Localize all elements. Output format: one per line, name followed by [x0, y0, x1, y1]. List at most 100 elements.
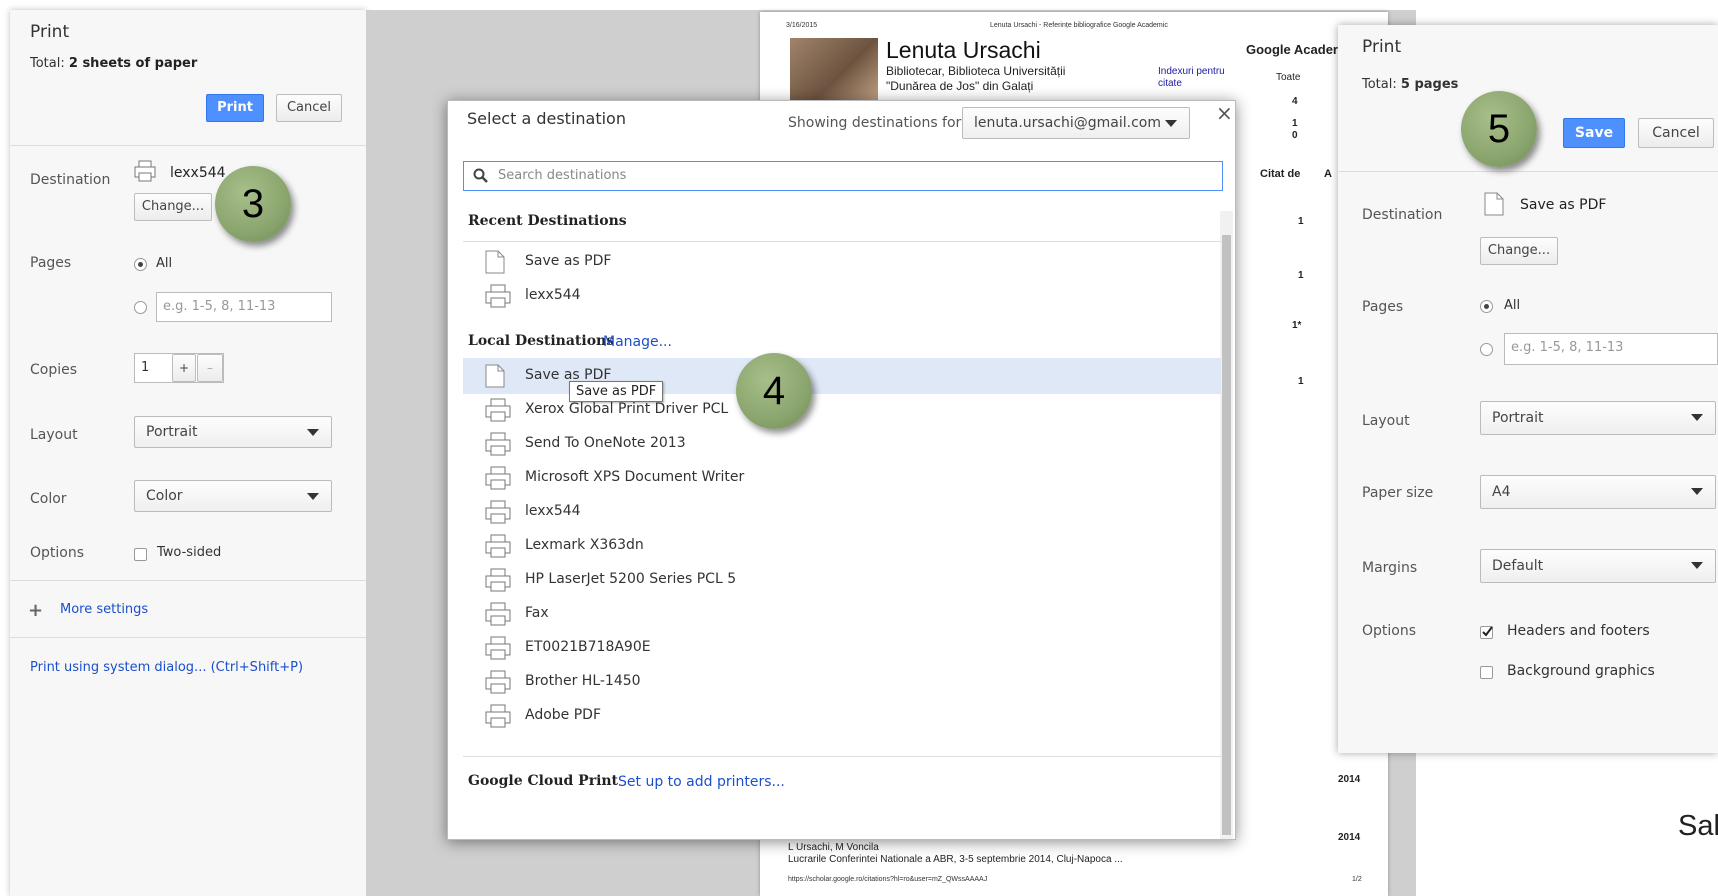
- options-label: Options: [30, 545, 85, 561]
- printer-icon: [485, 602, 511, 630]
- layout-label: Layout: [30, 427, 78, 443]
- doc-header: Lenuta Ursachi - Referințe bibliografice…: [990, 22, 1168, 29]
- destination-label: Microsoft XPS Document Writer: [525, 469, 745, 485]
- doc-citat-de: Citat de: [1260, 168, 1301, 180]
- copies-value: 1: [141, 360, 150, 375]
- destination-item[interactable]: Lexmark X363dn: [463, 528, 1221, 564]
- divider: [463, 241, 1221, 242]
- cloud-print-setup-link[interactable]: Set up to add printers...: [618, 774, 785, 790]
- doc-cited: 1: [1298, 376, 1304, 387]
- doc-footer-page: 1/2: [1352, 876, 1362, 883]
- divider: [1338, 171, 1718, 172]
- background-graphics-checkbox[interactable]: [1480, 666, 1493, 679]
- showing-for-label: Showing destinations for: [788, 115, 962, 131]
- search-destinations-input[interactable]: Search destinations: [463, 161, 1223, 191]
- destination-item[interactable]: Brother HL-1450: [463, 664, 1221, 700]
- destination-value: lexx544: [170, 165, 226, 181]
- doc-year: 2014: [1338, 774, 1361, 785]
- scrollbar-track[interactable]: [1220, 211, 1233, 839]
- total-value: 2 sheets of paper: [68, 56, 198, 71]
- pages-input[interactable]: e.g. 1-5, 8, 11-13: [1504, 333, 1718, 365]
- cancel-button[interactable]: Cancel: [1638, 118, 1714, 148]
- doc-footer-url: https://scholar.google.ro/citations?hl=r…: [788, 876, 988, 883]
- plus-icon: +: [28, 600, 44, 621]
- account-select[interactable]: lenuta.ursachi@gmail.com: [962, 107, 1190, 139]
- scrollbar-thumb[interactable]: [1222, 235, 1231, 835]
- destination-label: Lexmark X363dn: [525, 537, 644, 553]
- checkmark-icon: [1482, 626, 1493, 637]
- cloud-print-heading: Google Cloud Print: [468, 773, 619, 789]
- document-icon: [1484, 192, 1504, 220]
- destination-item[interactable]: HP LaserJet 5200 Series PCL 5: [463, 562, 1221, 598]
- copies-plus-button[interactable]: +: [172, 354, 196, 382]
- print-button[interactable]: Print: [206, 94, 264, 122]
- destination-item[interactable]: Save as PDF: [463, 244, 1221, 280]
- printer-icon: [485, 636, 511, 664]
- destination-label: lexx544: [525, 503, 581, 519]
- color-label: Color: [30, 491, 67, 507]
- destination-item[interactable]: Adobe PDF: [463, 698, 1221, 734]
- color-select[interactable]: Color: [134, 480, 332, 512]
- destination-label: Brother HL-1450: [525, 673, 641, 689]
- search-icon: [473, 168, 488, 183]
- printer-icon: [134, 160, 156, 186]
- doc-toate: Toate: [1276, 72, 1301, 83]
- destination-item[interactable]: Send To OneNote 2013: [463, 426, 1221, 462]
- headers-footers-label: Headers and footers: [1507, 623, 1650, 639]
- copies-minus-button[interactable]: –: [197, 354, 223, 382]
- pages-input[interactable]: e.g. 1-5, 8, 11-13: [156, 292, 332, 322]
- doc-stat: 4: [1292, 96, 1298, 107]
- printer-icon: [485, 432, 511, 460]
- change-destination-button[interactable]: Change...: [134, 193, 212, 221]
- two-sided-checkbox[interactable]: [134, 548, 147, 561]
- margins-select[interactable]: Default: [1480, 549, 1716, 583]
- destination-label: Destination: [30, 172, 111, 188]
- destination-label: Save as PDF: [525, 253, 612, 269]
- doc-cited: 1*: [1292, 320, 1302, 331]
- system-dialog-link[interactable]: Print using system dialog... (Ctrl+Shift…: [30, 660, 303, 675]
- destination-label: lexx544: [525, 287, 581, 303]
- chevron-down-icon: [1165, 120, 1177, 127]
- printer-icon: [485, 284, 511, 312]
- change-destination-button[interactable]: Change...: [1480, 237, 1558, 265]
- destination-item[interactable]: Fax: [463, 596, 1221, 632]
- more-settings-link[interactable]: More settings: [60, 602, 148, 617]
- step-5-badge: 5: [1461, 91, 1537, 167]
- panel-title: Print: [1362, 37, 1402, 57]
- divider: [10, 580, 366, 581]
- pages-all-radio[interactable]: [1480, 300, 1493, 313]
- paper-size-select[interactable]: A4: [1480, 475, 1716, 509]
- dialog-title: Select a destination: [467, 109, 626, 128]
- destination-item[interactable]: lexx544: [463, 278, 1221, 314]
- pages-all-radio[interactable]: [134, 258, 147, 271]
- caption-text: Salva: [1678, 810, 1718, 842]
- pages-custom-radio[interactable]: [1480, 343, 1493, 356]
- options-label: Options: [1362, 623, 1417, 639]
- headers-footers-checkbox[interactable]: [1480, 626, 1493, 639]
- save-button[interactable]: Save: [1563, 118, 1625, 148]
- printer-icon: [485, 704, 511, 732]
- cancel-button[interactable]: Cancel: [276, 94, 342, 122]
- destination-item[interactable]: lexx544: [463, 494, 1221, 530]
- destination-item[interactable]: Microsoft XPS Document Writer: [463, 460, 1221, 496]
- printer-icon: [485, 670, 511, 698]
- manage-link[interactable]: Manage...: [603, 334, 672, 350]
- destination-value: Save as PDF: [1520, 197, 1607, 213]
- chevron-down-icon: [307, 429, 319, 436]
- pages-custom-radio[interactable]: [134, 301, 147, 314]
- total-prefix: Total:: [30, 56, 69, 71]
- profile-photo: [790, 38, 878, 108]
- destination-item[interactable]: ET0021B718A90E: [463, 630, 1221, 666]
- doc-indexes-line1: Indexuri pentru: [1158, 66, 1225, 77]
- layout-select[interactable]: Portrait: [134, 416, 332, 448]
- close-icon[interactable]: ×: [1216, 101, 1233, 125]
- pages-all-label: All: [156, 256, 173, 271]
- doc-cited: 1: [1298, 270, 1304, 281]
- layout-select[interactable]: Portrait: [1480, 401, 1716, 435]
- margins-label: Margins: [1362, 560, 1418, 576]
- doc-affiliation1: Bibliotecar, Biblioteca Universității: [886, 64, 1066, 78]
- doc-stat: 0: [1292, 130, 1298, 141]
- local-destinations-heading: Local Destinations: [468, 333, 615, 349]
- chevron-down-icon: [307, 493, 319, 500]
- total-prefix: Total:: [1362, 77, 1401, 92]
